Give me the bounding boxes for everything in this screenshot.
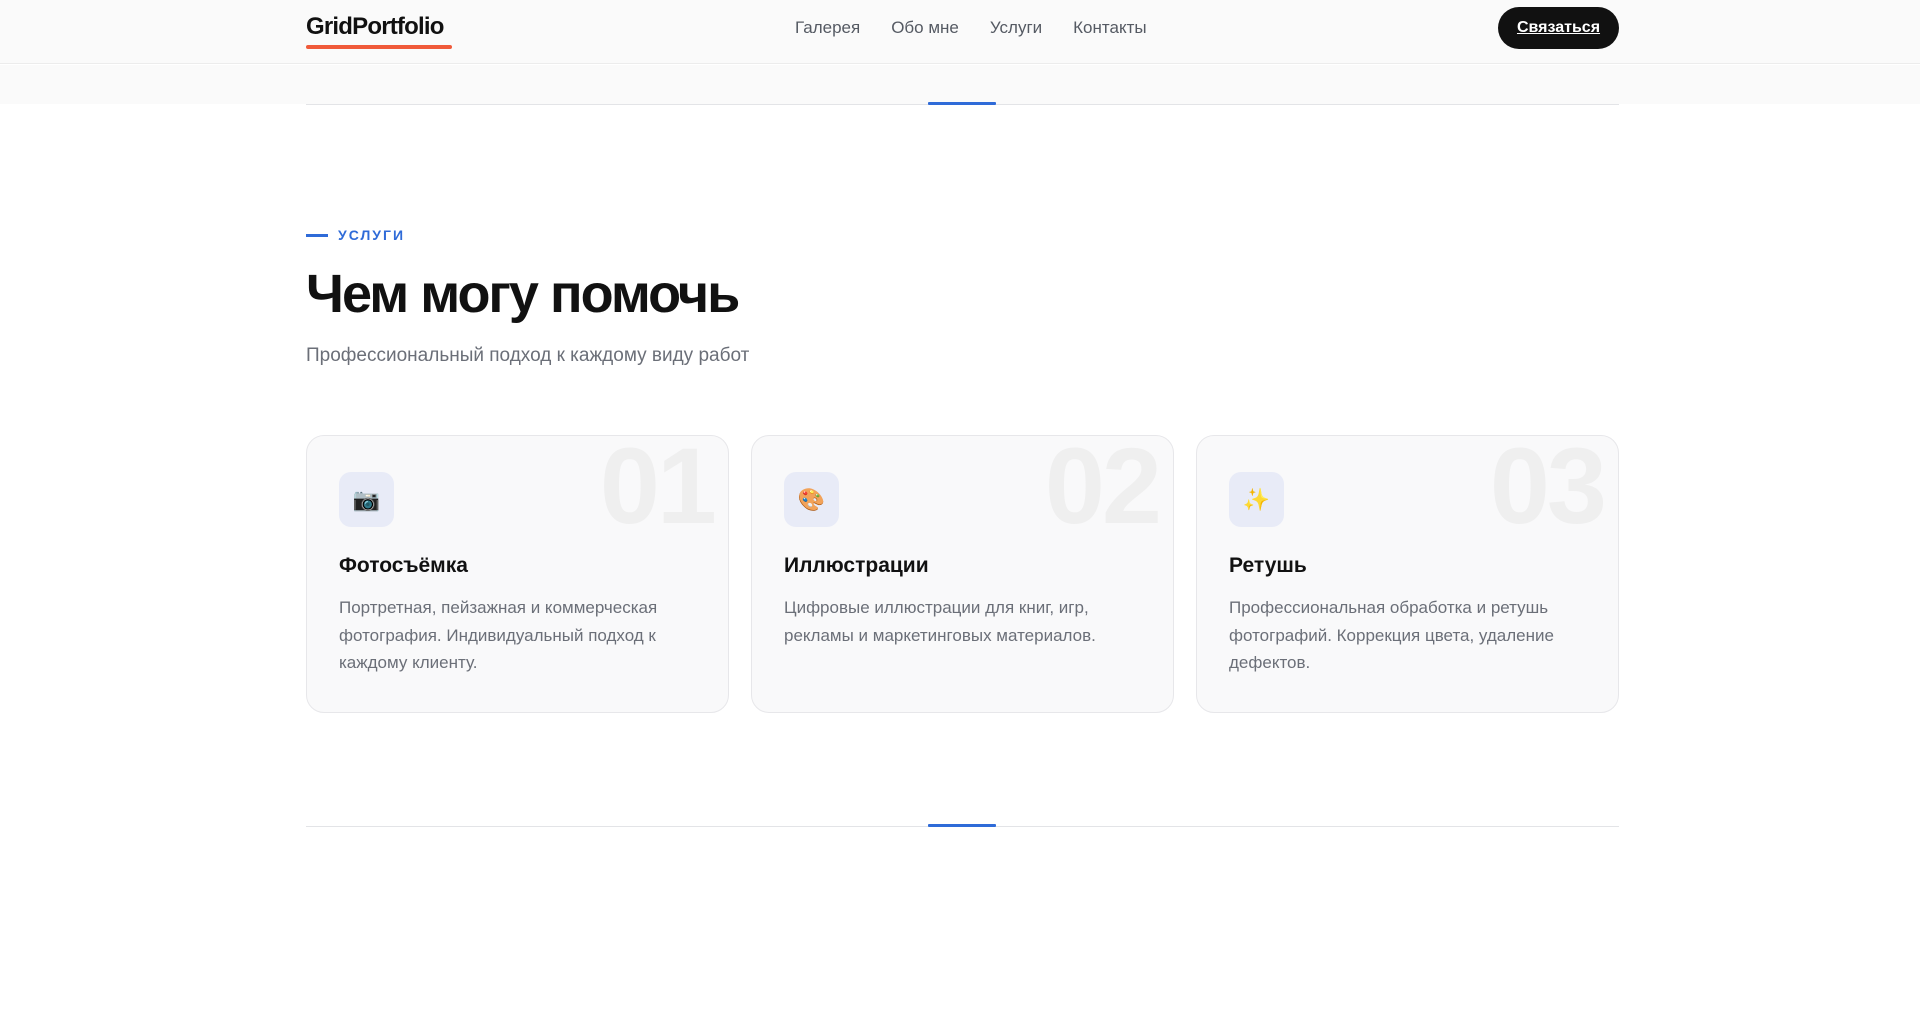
eyebrow-line — [306, 233, 328, 237]
service-card-illustration: 02 🎨 Иллюстрации Цифровые иллюстрации дл… — [751, 435, 1174, 713]
service-card-retouch: 03 ✨ Ретушь Профессиональная обработка и… — [1196, 435, 1619, 713]
nav-about[interactable]: Обо мне — [891, 18, 959, 38]
card-description: Цифровые иллюстрации для книг, игр, рекл… — [784, 598, 1096, 645]
site-header: GridPortfolio Галерея Обо мне Услуги Кон… — [0, 0, 1920, 64]
logo-underline — [306, 45, 452, 49]
section-eyebrow: УСЛУГИ — [306, 227, 405, 243]
card-number: 02 — [1044, 435, 1162, 546]
card-description: Портретная, пейзажная и коммерческая фот… — [339, 598, 658, 672]
section-divider-bottom-accent — [928, 824, 996, 827]
top-band — [0, 65, 1920, 104]
card-number: 01 — [599, 435, 717, 546]
card-title: Фотосъёмка — [339, 554, 468, 577]
sparkles-icon: ✨ — [1229, 472, 1284, 527]
section-divider-top-accent — [928, 102, 996, 105]
service-card-photo: 01 📷 Фотосъёмка Портретная, пейзажная и … — [306, 435, 729, 713]
card-number: 03 — [1489, 435, 1607, 546]
main-nav: Галерея Обо мне Услуги Контакты — [795, 18, 1178, 38]
contact-button[interactable]: Связаться — [1498, 7, 1619, 49]
card-description: Профессиональная обработка и ретушь фото… — [1229, 598, 1554, 672]
section-title: Чем могу помочь — [306, 264, 740, 324]
card-title: Ретушь — [1229, 554, 1307, 577]
logo[interactable]: GridPortfolio — [306, 13, 444, 41]
camera-icon: 📷 — [339, 472, 394, 527]
nav-gallery[interactable]: Галерея — [795, 18, 860, 38]
section-subtitle: Профессиональный подход к каждому виду р… — [306, 345, 750, 366]
eyebrow-label: УСЛУГИ — [338, 227, 406, 243]
nav-services[interactable]: Услуги — [990, 18, 1042, 38]
nav-contacts[interactable]: Контакты — [1073, 18, 1146, 38]
palette-icon: 🎨 — [784, 472, 839, 527]
card-title: Иллюстрации — [784, 554, 929, 577]
